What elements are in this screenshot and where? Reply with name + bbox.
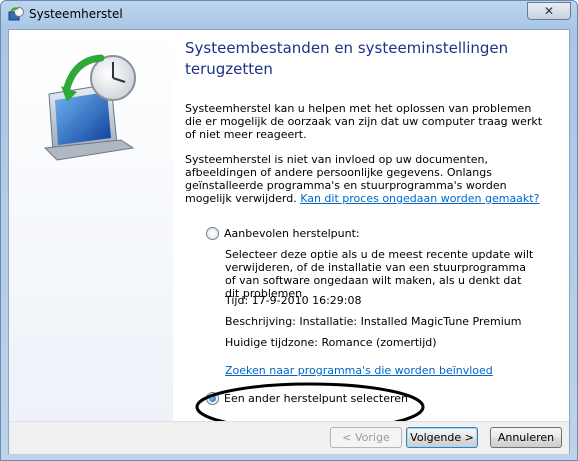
other-label: Een ander herstelpunt selecteren [224, 392, 409, 405]
current-timezone: Huidige tijdzone: Romance (zomertijd) [225, 336, 437, 349]
system-restore-icon [8, 7, 24, 23]
title-bar[interactable]: Systeemherstel ✕ [1, 1, 577, 29]
wizard-sidebar [9, 30, 173, 421]
wizard-body: Systeembestanden en systeeminstellingen … [8, 29, 570, 454]
other-restore-point-option[interactable]: Een ander herstelpunt selecteren [206, 392, 408, 405]
recommended-description: Selecteer deze optie als u de meest rece… [225, 248, 534, 300]
restore-point-description: Beschrijving: Installatie: Installed Mag… [225, 315, 522, 328]
close-button[interactable]: ✕ [527, 2, 571, 20]
info-paragraph: Systeemherstel is niet van invloed op uw… [185, 153, 545, 205]
restore-point-time: Tijd: 17-9-2010 16:29:08 [225, 294, 362, 307]
system-restore-window: Systeemherstel ✕ Systeembestanden en sys… [0, 0, 578, 461]
intro-paragraph: Systeemherstel kan u helpen met het oplo… [185, 102, 543, 141]
recommended-radio[interactable] [206, 227, 219, 240]
recommended-label: Aanbevolen herstelpunt: [224, 227, 360, 240]
system-restore-illustration-icon [43, 54, 136, 161]
back-button[interactable]: < Vorige [330, 427, 402, 448]
recommended-restore-point-option[interactable]: Aanbevolen herstelpunt: [206, 227, 360, 240]
next-button[interactable]: Volgende > [406, 427, 478, 448]
page-title: Systeembestanden en systeeminstellingen … [185, 39, 509, 78]
affected-programs-link[interactable]: Zoeken naar programma's die worden beïnv… [225, 364, 535, 377]
undo-process-link[interactable]: Kan dit proces ongedaan worden gemaakt? [300, 192, 539, 205]
other-radio[interactable] [206, 392, 219, 405]
cancel-button[interactable]: Annuleren [490, 427, 562, 448]
wizard-footer: < Vorige Volgende > Annuleren [9, 421, 569, 454]
window-title: Systeemherstel [29, 7, 123, 21]
close-icon: ✕ [543, 4, 555, 18]
